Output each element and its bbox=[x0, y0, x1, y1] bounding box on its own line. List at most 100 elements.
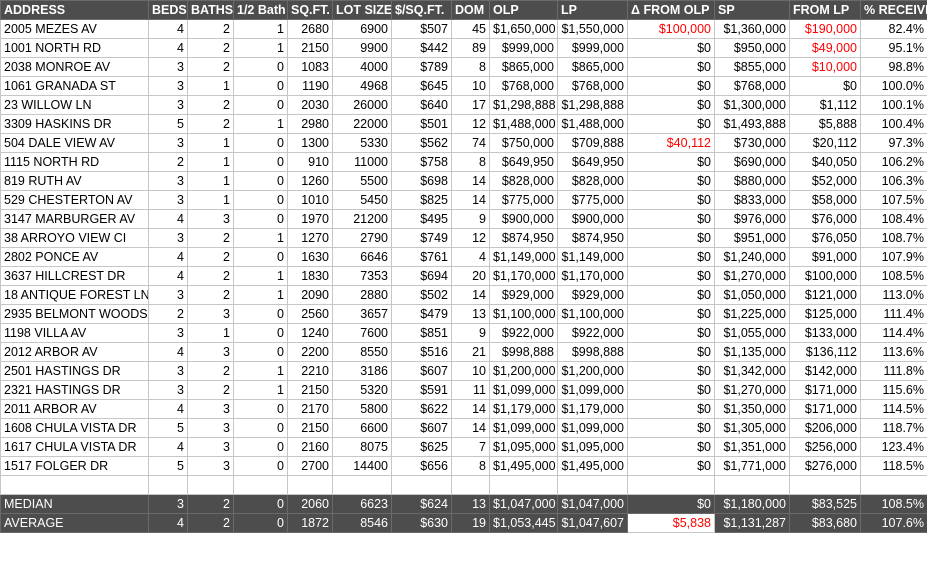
summary-cell-baths[interactable]: 2 bbox=[187, 494, 234, 514]
cell-address[interactable]: 819 RUTH AV bbox=[0, 171, 149, 191]
cell-sqft[interactable]: 2980 bbox=[287, 114, 333, 134]
summary-cell-sqft[interactable]: 2060 bbox=[287, 494, 333, 514]
cell-lp[interactable]: $1,100,000 bbox=[557, 304, 628, 324]
cell-dom[interactable]: 8 bbox=[451, 456, 490, 476]
cell-delta-from-olp[interactable]: $0 bbox=[627, 399, 715, 419]
cell-olp[interactable]: $1,650,000 bbox=[489, 19, 558, 39]
cell-from-lp[interactable]: $190,000 bbox=[789, 19, 861, 39]
cell-delta-from-olp[interactable]: $0 bbox=[627, 114, 715, 134]
cell-address[interactable]: 2935 BELMONT WOODS bbox=[0, 304, 149, 324]
cell-beds[interactable]: 3 bbox=[148, 95, 188, 115]
summary-cell-half-bath[interactable]: 0 bbox=[233, 494, 288, 514]
col-header-olp[interactable]: OLP bbox=[489, 0, 558, 20]
cell-price-per-sqft[interactable]: $501 bbox=[391, 114, 452, 134]
cell-price-per-sqft[interactable]: $479 bbox=[391, 304, 452, 324]
cell-sqft[interactable]: 910 bbox=[287, 152, 333, 172]
cell-olp[interactable]: $999,000 bbox=[489, 38, 558, 58]
cell-sqft[interactable]: 2090 bbox=[287, 285, 333, 305]
cell-address[interactable]: 3309 HASKINS DR bbox=[0, 114, 149, 134]
cell-olp[interactable]: $1,200,000 bbox=[489, 361, 558, 381]
cell-lp[interactable]: $900,000 bbox=[557, 209, 628, 229]
cell-pct-received[interactable]: 100.0% bbox=[860, 76, 927, 96]
cell-pct-received[interactable]: 106.3% bbox=[860, 171, 927, 191]
summary-cell-address[interactable]: AVERAGE bbox=[0, 513, 149, 533]
cell-price-per-sqft[interactable]: $507 bbox=[391, 19, 452, 39]
cell-lp[interactable]: $922,000 bbox=[557, 323, 628, 343]
cell-sp[interactable]: $1,135,000 bbox=[714, 342, 790, 362]
cell-from-lp[interactable]: $0 bbox=[789, 76, 861, 96]
cell-from-lp[interactable]: $171,000 bbox=[789, 380, 861, 400]
cell-beds[interactable]: 4 bbox=[148, 247, 188, 267]
cell-pct-received[interactable]: 97.3% bbox=[860, 133, 927, 153]
cell-from-lp[interactable]: $171,000 bbox=[789, 399, 861, 419]
cell-half-bath[interactable]: 1 bbox=[233, 361, 288, 381]
cell-pct-received[interactable]: 100.4% bbox=[860, 114, 927, 134]
cell-dom[interactable]: 14 bbox=[451, 418, 490, 438]
summary-cell-delta-from-olp[interactable]: $5,838 bbox=[627, 513, 715, 533]
cell-address[interactable]: 38 ARROYO VIEW CI bbox=[0, 228, 149, 248]
cell-address[interactable]: 1115 NORTH RD bbox=[0, 152, 149, 172]
cell-address[interactable]: 2012 ARBOR AV bbox=[0, 342, 149, 362]
cell-address[interactable]: 1608 CHULA VISTA DR bbox=[0, 418, 149, 438]
cell-address[interactable]: 504 DALE VIEW AV bbox=[0, 133, 149, 153]
cell-sp[interactable]: $1,360,000 bbox=[714, 19, 790, 39]
cell-sp[interactable]: $1,055,000 bbox=[714, 323, 790, 343]
cell-lot-size[interactable]: 14400 bbox=[332, 456, 392, 476]
cell-pct-received[interactable]: 114.4% bbox=[860, 323, 927, 343]
cell-half-bath[interactable]: 0 bbox=[233, 247, 288, 267]
cell-baths[interactable]: 3 bbox=[187, 456, 234, 476]
cell-pct-received[interactable]: 111.4% bbox=[860, 304, 927, 324]
summary-cell-dom[interactable]: 19 bbox=[451, 513, 490, 533]
cell-from-lp[interactable]: $58,000 bbox=[789, 190, 861, 210]
cell-sqft[interactable]: 1970 bbox=[287, 209, 333, 229]
cell-price-per-sqft[interactable]: $656 bbox=[391, 456, 452, 476]
col-header-lot-size[interactable]: LOT SIZE bbox=[332, 0, 392, 20]
cell-delta-from-olp[interactable]: $0 bbox=[627, 361, 715, 381]
cell-dom[interactable]: 8 bbox=[451, 57, 490, 77]
cell-baths[interactable]: 3 bbox=[187, 399, 234, 419]
cell-half-bath[interactable]: 0 bbox=[233, 399, 288, 419]
cell-baths[interactable]: 1 bbox=[187, 323, 234, 343]
summary-cell-half-bath[interactable]: 0 bbox=[233, 513, 288, 533]
summary-cell-sp[interactable]: $1,131,287 bbox=[714, 513, 790, 533]
cell-dom[interactable]: 89 bbox=[451, 38, 490, 58]
cell-half-bath[interactable]: 0 bbox=[233, 133, 288, 153]
cell-dom[interactable]: 20 bbox=[451, 266, 490, 286]
cell-price-per-sqft[interactable]: $851 bbox=[391, 323, 452, 343]
cell-dom[interactable]: 10 bbox=[451, 361, 490, 381]
cell-sp[interactable]: $1,050,000 bbox=[714, 285, 790, 305]
cell-pct-received[interactable]: 108.4% bbox=[860, 209, 927, 229]
cell-pct-received[interactable]: 118.7% bbox=[860, 418, 927, 438]
cell-pct-received[interactable]: 113.6% bbox=[860, 342, 927, 362]
cell-sqft[interactable]: 2150 bbox=[287, 38, 333, 58]
cell-address[interactable]: 3637 HILLCREST DR bbox=[0, 266, 149, 286]
cell-lot-size[interactable]: 8550 bbox=[332, 342, 392, 362]
cell-from-lp[interactable]: $206,000 bbox=[789, 418, 861, 438]
cell-half-bath[interactable]: 0 bbox=[233, 95, 288, 115]
cell-address[interactable]: 2005 MEZES AV bbox=[0, 19, 149, 39]
cell-olp[interactable]: $1,099,000 bbox=[489, 380, 558, 400]
col-header-sp[interactable]: SP bbox=[714, 0, 790, 20]
cell-half-bath[interactable]: 0 bbox=[233, 76, 288, 96]
summary-cell-pct-received[interactable]: 107.6% bbox=[860, 513, 927, 533]
cell-olp[interactable]: $768,000 bbox=[489, 76, 558, 96]
cell-delta-from-olp[interactable]: $0 bbox=[627, 380, 715, 400]
cell-baths[interactable]: 2 bbox=[187, 266, 234, 286]
cell-from-lp[interactable]: $256,000 bbox=[789, 437, 861, 457]
cell-sqft[interactable]: 1270 bbox=[287, 228, 333, 248]
cell-olp[interactable]: $929,000 bbox=[489, 285, 558, 305]
cell-sqft[interactable]: 2150 bbox=[287, 380, 333, 400]
cell-from-lp[interactable]: $276,000 bbox=[789, 456, 861, 476]
col-header-dom[interactable]: DOM bbox=[451, 0, 490, 20]
cell-pct-received[interactable]: 118.5% bbox=[860, 456, 927, 476]
cell-olp[interactable]: $1,488,000 bbox=[489, 114, 558, 134]
cell-dom[interactable]: 17 bbox=[451, 95, 490, 115]
summary-cell-pct-received[interactable]: 108.5% bbox=[860, 494, 927, 514]
cell-price-per-sqft[interactable]: $758 bbox=[391, 152, 452, 172]
cell-half-bath[interactable]: 0 bbox=[233, 418, 288, 438]
cell-pct-received[interactable]: 115.6% bbox=[860, 380, 927, 400]
cell-baths[interactable]: 1 bbox=[187, 190, 234, 210]
summary-cell-beds[interactable]: 4 bbox=[148, 513, 188, 533]
cell-delta-from-olp[interactable]: $0 bbox=[627, 342, 715, 362]
cell-beds[interactable]: 3 bbox=[148, 57, 188, 77]
